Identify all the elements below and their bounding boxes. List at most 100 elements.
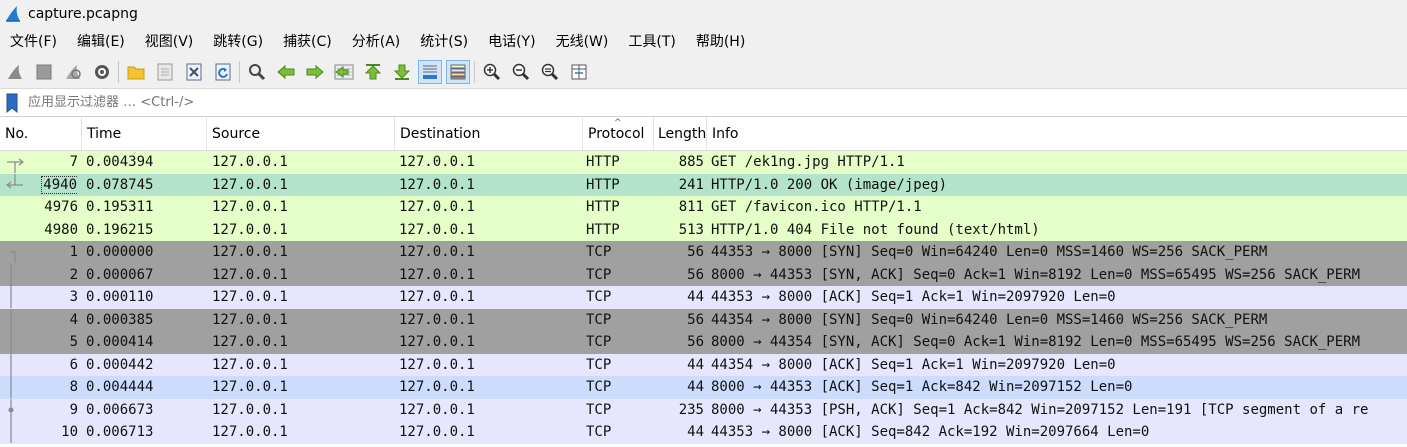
- menu-item-9[interactable]: 工具(T): [618, 29, 685, 55]
- packet-row[interactable]: 5 0.000414 127.0.0.1 127.0.0.1 TCP 56 8000 → 4…: [0, 331, 1407, 354]
- packet-row[interactable]: 4940 0.078745 127.0.0.1 127.0.0.1 HTTP 241 HTT…: [0, 173, 1407, 196]
- packet-destination: 127.0.0.1: [399, 424, 475, 440]
- open-file-icon[interactable]: [125, 61, 147, 83]
- packet-protocol: TCP: [586, 379, 612, 395]
- normal-size-icon[interactable]: [539, 61, 561, 83]
- resize-columns-icon[interactable]: [568, 61, 590, 83]
- packet-source: 127.0.0.1: [212, 266, 288, 283]
- packet-source: 127.0.0.1: [212, 221, 288, 238]
- packet-row[interactable]: 3 0.000110 127.0.0.1 127.0.0.1 TCP 44 44353 → …: [0, 286, 1407, 309]
- packet-source: 127.0.0.1: [212, 334, 288, 350]
- filter-bookmark-icon[interactable]: [6, 93, 18, 113]
- close-file-icon[interactable]: [183, 61, 205, 83]
- sort-indicator-icon: ^: [614, 118, 622, 128]
- menu-item-4[interactable]: 捕获(C): [273, 29, 342, 55]
- go-to-packet-icon[interactable]: [333, 61, 355, 83]
- title-bar: capture.pcapng: [0, 0, 1407, 28]
- toolbar-separator: [474, 61, 475, 83]
- column-header-info[interactable]: Info: [707, 117, 1407, 150]
- packet-info: 44353 → 8000 [ACK] Seq=842 Ack=192 Win=2…: [711, 424, 1150, 440]
- colorize-icon[interactable]: [446, 60, 470, 84]
- menu-item-3[interactable]: 跳转(G): [203, 29, 273, 55]
- packet-time: 0.000067: [86, 266, 154, 283]
- menu-item-6[interactable]: 统计(S): [410, 29, 478, 55]
- packet-length: 56: [687, 334, 704, 350]
- menu-item-1[interactable]: 编辑(E): [67, 29, 135, 55]
- restart-capture-icon[interactable]: [62, 61, 84, 83]
- packet-source: 127.0.0.1: [212, 289, 288, 305]
- packet-destination: 127.0.0.1: [399, 221, 475, 238]
- display-filter-bar: [0, 89, 1407, 117]
- packet-row[interactable]: 8 0.004444 127.0.0.1 127.0.0.1 TCP 44 8000 → 4…: [0, 376, 1407, 399]
- zoom-in-icon[interactable]: [481, 61, 503, 83]
- wireshark-fin-icon: [6, 6, 20, 22]
- capture-options-icon[interactable]: [91, 61, 113, 83]
- packet-length: 56: [687, 244, 704, 260]
- menu-item-7[interactable]: 电话(Y): [478, 29, 545, 55]
- packet-info: 8000 → 44353 [PSH, ACK] Seq=1 Ack=842 Wi…: [711, 401, 1369, 418]
- packet-destination: 127.0.0.1: [399, 356, 475, 373]
- packet-row[interactable]: 6 0.000442 127.0.0.1 127.0.0.1 TCP 44 44354 → …: [0, 353, 1407, 376]
- packet-length: 56: [687, 311, 704, 328]
- menu-item-0[interactable]: 文件(F): [0, 29, 67, 55]
- column-header-time[interactable]: Time: [82, 117, 207, 150]
- packet-source: 127.0.0.1: [212, 176, 288, 193]
- packet-source: 127.0.0.1: [212, 356, 288, 373]
- packet-list-header: No. Time Source Destination Protocol Len…: [0, 117, 1407, 151]
- packet-length: 56: [687, 266, 704, 283]
- packet-protocol: HTTP: [586, 176, 620, 193]
- go-last-icon[interactable]: [391, 61, 413, 83]
- packet-row[interactable]: 4 0.000385 127.0.0.1 127.0.0.1 TCP 56 44354 → …: [0, 308, 1407, 331]
- packet-number: 9: [69, 401, 78, 418]
- column-header-destination[interactable]: Destination: [395, 117, 583, 150]
- zoom-out-icon[interactable]: [510, 61, 532, 83]
- packet-protocol: TCP: [586, 334, 612, 350]
- packet-row[interactable]: 7 0.004394 127.0.0.1 127.0.0.1 HTTP 885 GET /e…: [0, 151, 1407, 174]
- packet-time: 0.004394: [86, 154, 154, 170]
- packet-destination: 127.0.0.1: [399, 379, 475, 395]
- packet-row[interactable]: 9 0.006673 127.0.0.1 127.0.0.1 TCP 235 8000 → …: [0, 398, 1407, 421]
- packet-source: 127.0.0.1: [212, 401, 288, 418]
- display-filter-input[interactable]: [28, 91, 1328, 114]
- auto-scroll-icon[interactable]: [418, 60, 442, 84]
- packet-number: 2: [69, 266, 78, 283]
- go-forward-icon[interactable]: [304, 61, 326, 83]
- packet-row[interactable]: 4980 0.196215 127.0.0.1 127.0.0.1 HTTP 513 HTT…: [0, 218, 1407, 241]
- menu-item-8[interactable]: 无线(W): [546, 29, 619, 55]
- packet-info: 8000 → 44353 [SYN, ACK] Seq=0 Ack=1 Win=…: [711, 266, 1361, 283]
- column-header-no[interactable]: No.: [0, 117, 82, 150]
- packet-time: 0.000414: [86, 334, 154, 350]
- packet-row[interactable]: 4976 0.195311 127.0.0.1 127.0.0.1 HTTP 811 GET…: [0, 196, 1407, 219]
- reload-file-icon[interactable]: [212, 61, 234, 83]
- packet-list: No. Time Source Destination Protocol Len…: [0, 117, 1407, 447]
- packet-number: 6: [69, 356, 78, 373]
- packet-number: 7: [69, 154, 78, 170]
- packet-row[interactable]: 10 0.006713 127.0.0.1 127.0.0.1 TCP 44 44353 →…: [0, 421, 1407, 444]
- packet-info: 44354 → 8000 [ACK] Seq=1 Ack=1 Win=20979…: [711, 356, 1116, 373]
- column-header-source[interactable]: Source: [207, 117, 395, 150]
- packet-time: 0.000442: [86, 356, 154, 373]
- packet-length: 44: [687, 379, 704, 395]
- go-back-icon[interactable]: [275, 61, 297, 83]
- packet-length: 885: [678, 154, 704, 170]
- packet-info: 44353 → 8000 [ACK] Seq=1 Ack=1 Win=20979…: [711, 289, 1116, 305]
- menu-item-10[interactable]: 帮助(H): [686, 29, 755, 55]
- menu-item-5[interactable]: 分析(A): [342, 29, 411, 55]
- packet-row[interactable]: 1 0.000000 127.0.0.1 127.0.0.1 TCP 56 44353 → …: [0, 241, 1407, 264]
- stop-capture-icon[interactable]: [33, 61, 55, 83]
- packet-time: 0.006713: [86, 424, 154, 440]
- packet-length: 44: [687, 289, 704, 305]
- find-packet-icon[interactable]: [246, 61, 268, 83]
- menu-item-2[interactable]: 视图(V): [135, 29, 204, 55]
- go-first-icon[interactable]: [362, 61, 384, 83]
- packet-row[interactable]: 2 0.000067 127.0.0.1 127.0.0.1 TCP 56 8000 → 4…: [0, 263, 1407, 286]
- save-file-icon[interactable]: [154, 61, 176, 83]
- packet-protocol: TCP: [586, 401, 612, 418]
- menu-bar: 文件(F) 编辑(E) 视图(V) 跳转(G) 捕获(C) 分析(A) 统计(S) 电话(Y)…: [0, 28, 1407, 56]
- column-header-length[interactable]: Length: [654, 117, 707, 150]
- start-capture-icon[interactable]: [4, 61, 26, 83]
- toolbar-separator: [118, 61, 119, 83]
- packet-number: 4976: [44, 199, 78, 215]
- packet-destination: 127.0.0.1: [399, 401, 475, 418]
- packet-source: 127.0.0.1: [212, 424, 288, 440]
